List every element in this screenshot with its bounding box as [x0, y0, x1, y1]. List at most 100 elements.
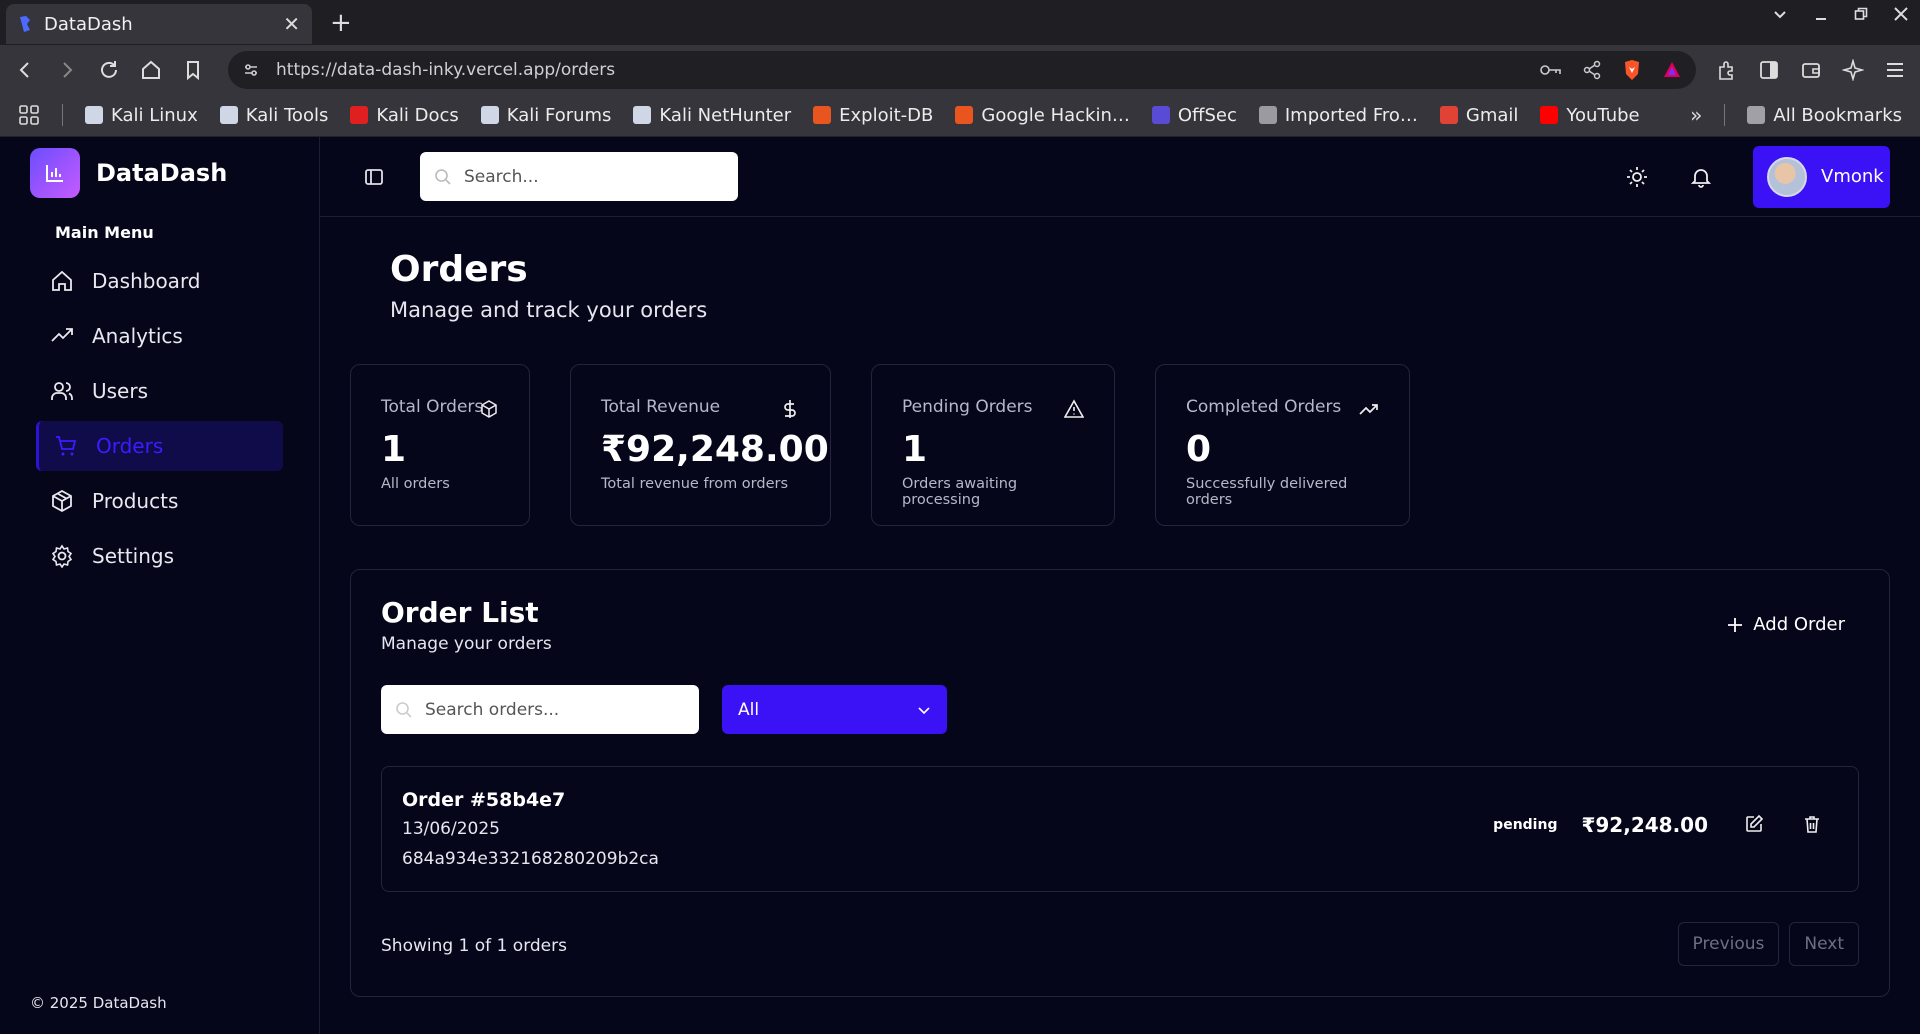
stat-card-completed-orders: Completed Orders 0 Successfully delivere…: [1155, 364, 1410, 526]
bookmarks-bar: Kali Linux Kali Tools Kali Docs Kali Forums…: [0, 94, 1920, 137]
bookmark-label: Gmail: [1465, 104, 1519, 126]
page-header: Orders Manage and track your orders: [320, 217, 1920, 322]
all-bookmarks-folder[interactable]: All Bookmarks: [1747, 105, 1902, 126]
bookmark-item[interactable]: Kali Docs: [350, 105, 459, 126]
order-list-panel: Order List Manage your orders Add Order …: [350, 569, 1890, 997]
share-icon[interactable]: [1582, 60, 1602, 80]
menu-icon[interactable]: [1884, 59, 1906, 81]
kali-dragon-icon: [633, 106, 652, 124]
sidebar-collapse-icon[interactable]: [362, 165, 386, 189]
bookmark-label: Kali Linux: [111, 104, 198, 126]
order-date: 13/06/2025: [402, 819, 500, 839]
bookmark-label: Kali Forums: [506, 104, 612, 126]
notification-bell-icon[interactable]: [1689, 165, 1713, 189]
topbar: Search... Vmonk: [320, 137, 1920, 217]
brave-rewards-icon[interactable]: [1662, 60, 1682, 80]
sidebar: DataDash Main Menu Dashboard Analytics Use…: [0, 137, 320, 1034]
stat-card-pending-orders: Pending Orders 1 Orders awaiting process…: [871, 364, 1115, 526]
main-content: Search... Vmonk Orders Manage and track …: [320, 137, 1920, 1034]
home-button-icon[interactable]: [140, 59, 162, 81]
next-button[interactable]: Next: [1789, 922, 1859, 966]
gmail-icon: [1439, 106, 1458, 124]
url-text: https://data-dash-inky.vercel.app/orders: [276, 59, 616, 80]
edit-icon[interactable]: [1744, 814, 1766, 836]
add-order-button[interactable]: Add Order: [1727, 614, 1845, 635]
sidebar-item-users[interactable]: Users: [36, 366, 283, 416]
stat-label: Completed Orders: [1186, 397, 1342, 417]
tab-favicon-icon: [18, 15, 32, 33]
bookmark-item[interactable]: YouTube: [1540, 105, 1640, 126]
order-amount: ₹92,248.00: [1581, 813, 1708, 837]
browser-tab-bar: DataDash ✕ +: [0, 0, 1920, 45]
user-menu-button[interactable]: Vmonk: [1753, 145, 1890, 208]
search-orders-input[interactable]: Search orders...: [381, 685, 699, 734]
more-bookmarks-icon[interactable]: »: [1690, 103, 1702, 127]
bookmark-item[interactable]: Google Hackin…: [955, 105, 1130, 126]
stat-sub: Successfully delivered orders: [1186, 476, 1348, 508]
url-field[interactable]: https://data-dash-inky.vercel.app/orders: [228, 50, 1696, 89]
tab-close-icon[interactable]: ✕: [283, 12, 300, 36]
bookmark-icon[interactable]: [182, 59, 204, 81]
order-row[interactable]: Order #58b4e7 13/06/2025 684a934e3321682…: [381, 766, 1859, 892]
kali-docs-icon: [350, 106, 369, 124]
restore-icon[interactable]: [1854, 7, 1868, 21]
order-list-subtitle: Manage your orders: [381, 634, 552, 654]
stat-sub: Orders awaiting processing: [902, 476, 1018, 508]
bookmark-list: Kali Linux Kali Tools Kali Docs Kali Forums…: [85, 105, 1640, 126]
bookmark-label: Google Hackin…: [981, 104, 1130, 126]
sidebar-item-dashboard[interactable]: Dashboard: [36, 256, 283, 306]
box-icon: [479, 399, 499, 419]
previous-button[interactable]: Previous: [1677, 922, 1780, 966]
sidebar-item-products[interactable]: Products: [36, 476, 283, 526]
bookmark-item[interactable]: Kali Linux: [85, 105, 198, 126]
extensions-icon[interactable]: [1716, 59, 1738, 81]
order-id: Order #58b4e7: [402, 789, 566, 811]
back-icon[interactable]: [14, 59, 36, 81]
bookmark-item[interactable]: OffSec: [1151, 105, 1237, 126]
leo-ai-icon[interactable]: [1842, 58, 1864, 81]
status-filter-select[interactable]: All: [722, 685, 947, 734]
bookmark-item[interactable]: Kali Tools: [219, 105, 328, 126]
brand[interactable]: DataDash: [0, 137, 319, 209]
bookmark-item[interactable]: Exploit-DB: [813, 105, 933, 126]
stat-label: Total Revenue: [601, 397, 721, 417]
site-settings-icon[interactable]: [242, 61, 260, 79]
sidebar-item-settings[interactable]: Settings: [36, 531, 283, 581]
global-search-input[interactable]: Search...: [420, 152, 738, 201]
close-window-icon[interactable]: [1894, 7, 1908, 21]
stat-value: 0: [1186, 429, 1212, 470]
forward-icon[interactable]: [56, 59, 78, 81]
sidebar-item-label: Analytics: [92, 324, 183, 348]
status-badge: pending: [1493, 817, 1558, 833]
apps-grid-icon[interactable]: [18, 104, 40, 126]
sidebar-item-analytics[interactable]: Analytics: [36, 311, 283, 361]
reload-icon[interactable]: [98, 59, 120, 81]
bookmark-item[interactable]: Gmail: [1439, 104, 1519, 126]
folder-icon: [1747, 106, 1766, 124]
pagination-summary: Showing 1 of 1 orders: [381, 936, 567, 956]
tab-list-chevron-icon[interactable]: [1772, 6, 1788, 22]
gear-icon: [50, 544, 74, 568]
minimize-icon[interactable]: [1814, 7, 1828, 21]
pagination: Previous Next: [1677, 922, 1859, 966]
kali-dragon-icon: [85, 106, 103, 124]
bookmark-item[interactable]: Kali NetHunter: [633, 105, 791, 126]
trash-icon[interactable]: [1802, 814, 1824, 836]
browser-tab[interactable]: DataDash ✕: [6, 4, 312, 44]
theme-toggle-sun-icon[interactable]: [1625, 165, 1649, 189]
sidebar-toggle-icon[interactable]: [1758, 59, 1780, 81]
all-bookmarks-label: All Bookmarks: [1773, 104, 1902, 126]
search-placeholder: Search...: [464, 166, 539, 187]
brave-shield-icon[interactable]: [1622, 59, 1642, 81]
filter-value: All: [738, 699, 760, 720]
page-subtitle: Manage and track your orders: [390, 298, 708, 322]
wallet-icon[interactable]: [1800, 59, 1822, 81]
bookmarks-divider: [62, 104, 63, 126]
folder-icon: [1258, 106, 1277, 124]
key-icon[interactable]: [1540, 63, 1562, 77]
add-order-label: Add Order: [1753, 614, 1845, 635]
sidebar-item-orders[interactable]: Orders: [36, 421, 283, 471]
new-tab-icon[interactable]: +: [330, 8, 352, 38]
bookmark-item[interactable]: Imported Fro…: [1258, 105, 1418, 126]
bookmark-item[interactable]: Kali Forums: [480, 104, 612, 126]
